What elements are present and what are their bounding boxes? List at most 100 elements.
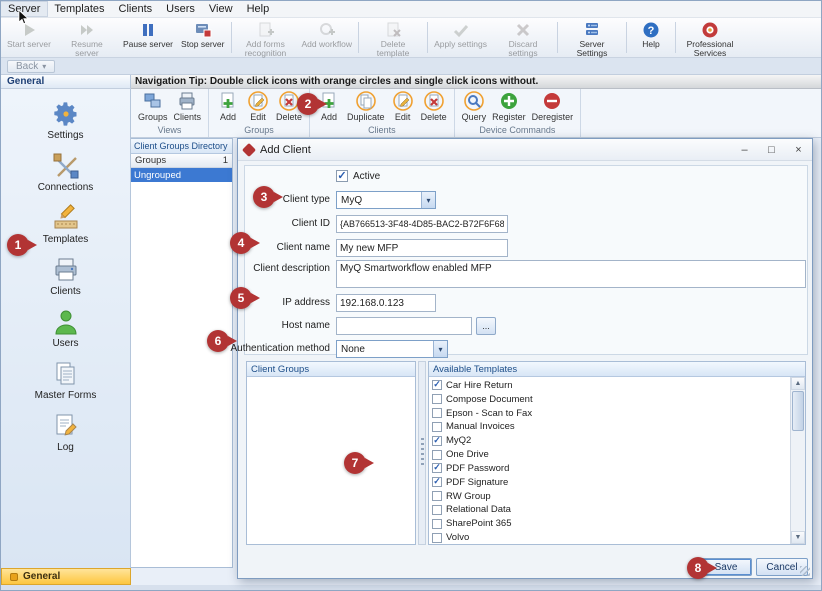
window-bottom-edge xyxy=(1,585,821,591)
template-checkbox[interactable] xyxy=(432,394,442,404)
sidebar-item-master-forms[interactable]: Master Forms xyxy=(1,355,130,407)
template-list-item[interactable]: Volvo xyxy=(432,531,790,544)
template-checkbox[interactable] xyxy=(432,380,442,390)
group-add-button[interactable]: Add xyxy=(213,90,243,123)
add-workflow-icon xyxy=(318,21,336,39)
add-workflow-button[interactable]: Add workflow xyxy=(298,19,357,56)
query-button[interactable]: Query xyxy=(459,90,490,123)
stop-server-button[interactable]: Stop server xyxy=(177,19,228,56)
ribbon-caption-clients: Clients xyxy=(314,125,450,137)
sidebar-item-users[interactable]: Users xyxy=(1,303,130,355)
template-list-item[interactable]: Car Hire Return xyxy=(432,379,790,392)
maximize-button[interactable]: □ xyxy=(758,139,785,160)
template-list-item[interactable]: MyQ2 xyxy=(432,434,790,447)
templates-scrollbar: ▲ ▼ xyxy=(790,377,805,544)
menu-item[interactable]: Help xyxy=(240,2,277,16)
menu-item[interactable]: View xyxy=(202,2,240,16)
groups-view-button[interactable]: Groups xyxy=(135,90,171,123)
groups-icon xyxy=(143,91,163,111)
back-button[interactable]: Back ▾ xyxy=(7,60,55,73)
template-checkbox[interactable] xyxy=(432,505,442,515)
template-list-item[interactable]: RW Group xyxy=(432,490,790,503)
client-name-input[interactable] xyxy=(336,239,508,257)
template-list-item[interactable]: Compose Document xyxy=(432,393,790,406)
active-row: Active xyxy=(238,169,812,187)
ribbon-caption-device-commands: Device Commands xyxy=(459,125,577,137)
template-checkbox[interactable] xyxy=(432,477,442,487)
template-checkbox[interactable] xyxy=(432,450,442,460)
add-forms-icon xyxy=(257,21,275,39)
template-list-item[interactable]: PDF Signature xyxy=(432,476,790,489)
scroll-down-arrow[interactable]: ▼ xyxy=(791,531,805,544)
template-checkbox[interactable] xyxy=(432,519,442,529)
template-checkbox[interactable] xyxy=(432,422,442,432)
professional-services-button[interactable]: Professional Services xyxy=(678,19,742,56)
apply-settings-button[interactable]: Apply settings xyxy=(430,19,491,56)
server-settings-button[interactable]: Server Settings xyxy=(560,19,624,56)
scrollbar-thumb[interactable] xyxy=(792,391,804,431)
resize-grip[interactable] xyxy=(800,566,810,576)
printer-icon xyxy=(52,256,80,284)
register-button[interactable]: Register xyxy=(489,90,529,123)
host-name-input[interactable] xyxy=(336,317,472,335)
client-type-row: Client type MyQ ▾ xyxy=(238,191,812,209)
template-list-item[interactable]: One Drive xyxy=(432,448,790,461)
pause-icon xyxy=(139,21,157,39)
dialog-title-bar[interactable]: Add Client – □ × xyxy=(238,139,812,161)
sidebar-footer-general[interactable]: General xyxy=(1,568,131,585)
clients-view-button[interactable]: Clients xyxy=(171,90,205,123)
resume-server-button[interactable]: Resume server xyxy=(55,19,119,56)
browse-button[interactable]: ... xyxy=(476,317,496,335)
ip-address-label: IP address xyxy=(282,297,330,308)
help-button[interactable]: ? Help xyxy=(629,19,673,56)
authentication-method-select[interactable]: None ▾ xyxy=(336,340,448,358)
group-row-ungrouped[interactable]: Ungrouped xyxy=(131,168,232,182)
client-id-input[interactable] xyxy=(336,215,508,233)
stacked-documents-icon xyxy=(52,360,80,388)
client-description-row: Client description MyQ Smartworkflow ena… xyxy=(238,260,812,288)
template-checkbox[interactable] xyxy=(432,408,442,418)
toolbar-separator xyxy=(626,22,627,53)
menu-item[interactable]: Users xyxy=(159,2,202,16)
printer-icon xyxy=(177,91,197,111)
apply-check-icon xyxy=(452,21,470,39)
scroll-up-arrow[interactable]: ▲ xyxy=(791,377,805,390)
sidebar-item-clients[interactable]: Clients xyxy=(1,251,130,303)
template-checkbox[interactable] xyxy=(432,436,442,446)
template-checkbox[interactable] xyxy=(432,463,442,473)
menu-item[interactable]: Clients xyxy=(112,2,160,16)
client-duplicate-button[interactable]: Duplicate xyxy=(344,90,388,123)
client-description-input[interactable]: MyQ Smartworkflow enabled MFP xyxy=(336,260,806,288)
template-list-item[interactable]: SharePoint 365 xyxy=(432,517,790,530)
sidebar-item-settings[interactable]: Settings xyxy=(1,95,130,147)
client-delete-button[interactable]: Delete xyxy=(418,90,450,123)
callout-2: 2 xyxy=(297,93,319,115)
sidebar-item-connections[interactable]: Connections xyxy=(1,147,130,199)
delete-template-button[interactable]: Delete template xyxy=(361,19,425,56)
template-list-item[interactable]: Relational Data xyxy=(432,503,790,516)
template-list-item[interactable]: PDF Password xyxy=(432,462,790,475)
panel-splitter-handle[interactable] xyxy=(418,361,426,545)
minimize-button[interactable]: – xyxy=(731,139,758,160)
pause-server-button[interactable]: Pause server xyxy=(119,19,177,56)
template-checkbox[interactable] xyxy=(432,533,442,543)
menu-item[interactable]: Templates xyxy=(47,2,111,16)
client-edit-button[interactable]: Edit xyxy=(388,90,418,123)
client-type-select[interactable]: MyQ ▾ xyxy=(336,191,436,209)
groups-column-header[interactable]: Groups 1 xyxy=(131,154,232,168)
add-forms-recognition-button[interactable]: Add forms recognition xyxy=(234,19,298,56)
template-checkbox[interactable] xyxy=(432,491,442,501)
discard-settings-button[interactable]: Discard settings xyxy=(491,19,555,56)
close-button[interactable]: × xyxy=(785,139,812,160)
sidebar-item-log[interactable]: Log xyxy=(1,407,130,459)
deregister-button[interactable]: Deregister xyxy=(529,90,577,123)
template-list-item[interactable]: Manual Invoices xyxy=(432,420,790,433)
ip-address-row: IP address xyxy=(238,294,812,312)
ip-address-input[interactable] xyxy=(336,294,436,312)
group-edit-button[interactable]: Edit xyxy=(243,90,273,123)
toolbar-separator xyxy=(231,22,232,53)
template-list-item[interactable]: Epson - Scan to Fax xyxy=(432,407,790,420)
deregister-minus-icon xyxy=(542,91,562,111)
active-checkbox[interactable] xyxy=(336,170,348,182)
register-plus-icon xyxy=(499,91,519,111)
